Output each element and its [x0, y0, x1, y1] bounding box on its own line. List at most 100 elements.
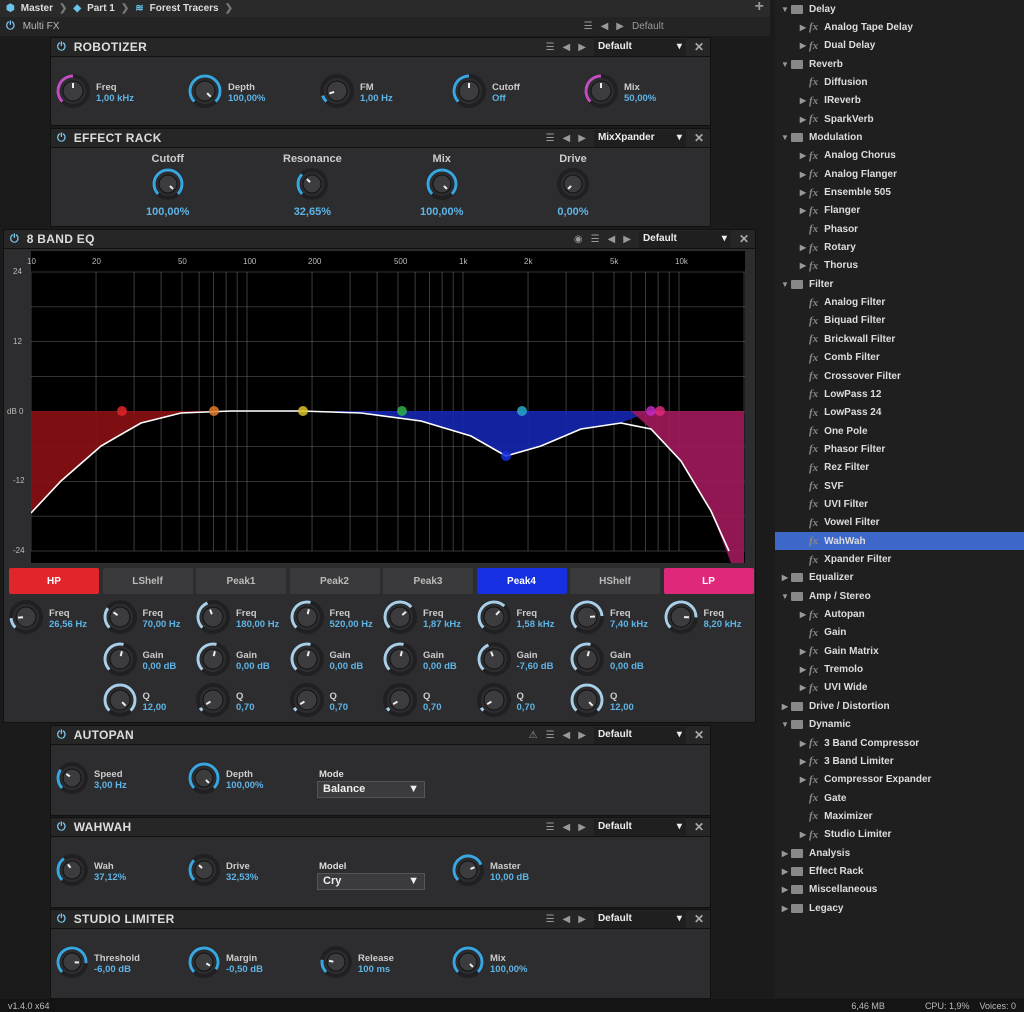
- effect-item[interactable]: fx Maximizer: [775, 807, 1024, 825]
- band-handle-lp[interactable]: [655, 406, 665, 416]
- preset-dropdown[interactable]: MixXpander ▾: [593, 129, 686, 147]
- effect-item[interactable]: fx Comb Filter: [775, 349, 1024, 367]
- knob-dial[interactable]: [570, 642, 604, 679]
- folder-item[interactable]: ▼ Delay: [775, 0, 1024, 18]
- prev-preset-icon[interactable]: ◀: [563, 730, 571, 741]
- knob-dial[interactable]: [56, 762, 88, 797]
- knob[interactable]: Gain 0,00 dB: [570, 642, 644, 679]
- chevron-right-icon[interactable]: ▶: [797, 23, 809, 32]
- chevron-right-icon[interactable]: ▶: [779, 702, 791, 711]
- effect-item[interactable]: ▶ fx Flanger: [775, 202, 1024, 220]
- eq-graph[interactable]: 10 20 50 100 200 500 1k 2k 5k 10k 24 12 dB 0 -12 -24: [7, 251, 745, 563]
- next-preset-icon[interactable]: ▶: [578, 914, 586, 925]
- chevron-right-icon[interactable]: ▶: [797, 683, 809, 692]
- chevron-right-icon[interactable]: ▶: [797, 96, 809, 105]
- knob-dial[interactable]: [452, 74, 486, 111]
- chevron-right-icon[interactable]: ▶: [797, 261, 809, 270]
- knob-dial[interactable]: [320, 946, 352, 981]
- next-preset-icon[interactable]: ▶: [623, 234, 631, 245]
- knob-dial[interactable]: [196, 683, 230, 720]
- knob[interactable]: Q 0,70: [289, 683, 348, 720]
- knob[interactable]: Freq 1,58 kHz: [476, 600, 555, 637]
- knob[interactable]: Freq 8,20 kHz: [663, 600, 742, 637]
- knob-freq[interactable]: Freq 1,00 kHz: [56, 74, 134, 111]
- effect-item[interactable]: ▶ fx Analog Tape Delay: [775, 18, 1024, 36]
- knob[interactable]: Freq 26,56 Hz: [9, 600, 87, 637]
- band-button-peak2[interactable]: Peak2: [289, 568, 380, 594]
- effect-item[interactable]: ▶ fx Rotary: [775, 239, 1024, 257]
- chevron-down-icon[interactable]: ▼: [779, 592, 791, 601]
- knob-dial[interactable]: [452, 854, 484, 889]
- effect-item[interactable]: fx UVI Filter: [775, 495, 1024, 513]
- menu-icon[interactable]: ☰: [584, 21, 593, 32]
- breadcrumb-part[interactable]: Part 1: [87, 3, 115, 14]
- knob-wah[interactable]: Wah 37,12%: [56, 854, 126, 889]
- effect-item[interactable]: fx One Pole: [775, 422, 1024, 440]
- effect-item[interactable]: fx Rez Filter: [775, 459, 1024, 477]
- effect-item[interactable]: ▶ fx IReverb: [775, 92, 1024, 110]
- menu-icon[interactable]: ☰: [546, 42, 555, 53]
- chevron-right-icon[interactable]: ▶: [797, 151, 809, 160]
- chevron-right-icon[interactable]: ▶: [779, 904, 791, 913]
- knob-dial[interactable]: [570, 683, 604, 720]
- band-button-hshelf[interactable]: HShelf: [570, 568, 660, 594]
- prev-preset-icon[interactable]: ◀: [563, 822, 571, 833]
- folder-item[interactable]: ▶ Miscellaneous: [775, 881, 1024, 899]
- knob[interactable]: Q 0,70: [476, 683, 535, 720]
- knob[interactable]: Gain 0,00 dB: [289, 642, 363, 679]
- effect-item[interactable]: ▶ fx Tremolo: [775, 661, 1024, 679]
- chevron-right-icon[interactable]: ▶: [779, 867, 791, 876]
- folder-item[interactable]: ▶ Equalizer: [775, 569, 1024, 587]
- effect-item[interactable]: ▶ fx Dual Delay: [775, 37, 1024, 55]
- knob-dial[interactable]: [151, 168, 184, 203]
- knob-dial[interactable]: [383, 683, 417, 720]
- knob-dial[interactable]: [56, 854, 88, 889]
- knob-mix[interactable]: Mix 100,00%: [420, 153, 463, 218]
- effect-item[interactable]: fx Phasor: [775, 220, 1024, 238]
- chevron-right-icon[interactable]: ▶: [797, 188, 809, 197]
- chevron-right-icon[interactable]: ▶: [797, 41, 809, 50]
- breadcrumb-program[interactable]: Forest Tracers: [150, 3, 219, 14]
- band-handle-hp[interactable]: [117, 406, 127, 416]
- power-icon[interactable]: ⏻: [57, 132, 66, 145]
- knob-dial[interactable]: [289, 600, 324, 637]
- chevron-right-icon[interactable]: ▶: [797, 775, 809, 784]
- add-icon[interactable]: +: [755, 0, 764, 16]
- knob-dial[interactable]: [476, 600, 511, 637]
- folder-item[interactable]: ▶ Effect Rack: [775, 862, 1024, 880]
- next-preset-icon[interactable]: ▶: [578, 730, 586, 741]
- knob-dial[interactable]: [383, 642, 417, 679]
- knob-dial[interactable]: [663, 600, 698, 637]
- knob[interactable]: Q 12,00: [570, 683, 634, 720]
- chevron-right-icon[interactable]: ▶: [797, 830, 809, 839]
- knob-dial[interactable]: [56, 74, 90, 111]
- effect-item[interactable]: fx WahWah: [775, 532, 1024, 551]
- knob-dial[interactable]: [570, 600, 604, 637]
- power-icon[interactable]: ⏻: [57, 41, 66, 54]
- effect-item[interactable]: fx LowPass 12: [775, 385, 1024, 403]
- chevron-right-icon[interactable]: ▶: [797, 647, 809, 656]
- knob-cutoff[interactable]: Cutoff 100,00%: [146, 153, 189, 218]
- chevron-down-icon[interactable]: ▼: [779, 133, 791, 142]
- knob[interactable]: Gain -7,60 dB: [476, 642, 553, 679]
- preset-dropdown[interactable]: Default ▾: [593, 38, 686, 56]
- preset-dropdown[interactable]: Default ▾: [593, 726, 686, 744]
- next-preset-icon[interactable]: ▶: [578, 133, 586, 144]
- knob-dial[interactable]: [289, 642, 324, 679]
- knob-fm[interactable]: FM 1,00 Hz: [320, 74, 393, 111]
- knob-speed[interactable]: Speed 3,00 Hz: [56, 762, 127, 797]
- effect-item[interactable]: fx SVF: [775, 477, 1024, 495]
- menu-icon[interactable]: ☰: [546, 822, 555, 833]
- knob-dial[interactable]: [102, 642, 137, 679]
- knob[interactable]: Gain 0,00 dB: [383, 642, 457, 679]
- knob-dial[interactable]: [188, 854, 220, 889]
- knob-dial[interactable]: [476, 642, 511, 679]
- knob-dial[interactable]: [452, 946, 484, 981]
- knob-dial[interactable]: [425, 168, 458, 203]
- power-icon[interactable]: ⏻: [6, 20, 15, 33]
- band-handle-lshelf[interactable]: [209, 406, 219, 416]
- knob-mix[interactable]: Mix 50,00%: [584, 74, 656, 111]
- knob-dial[interactable]: [9, 600, 43, 637]
- knob-dial[interactable]: [188, 762, 220, 797]
- knob[interactable]: Freq 70,00 Hz: [102, 600, 181, 637]
